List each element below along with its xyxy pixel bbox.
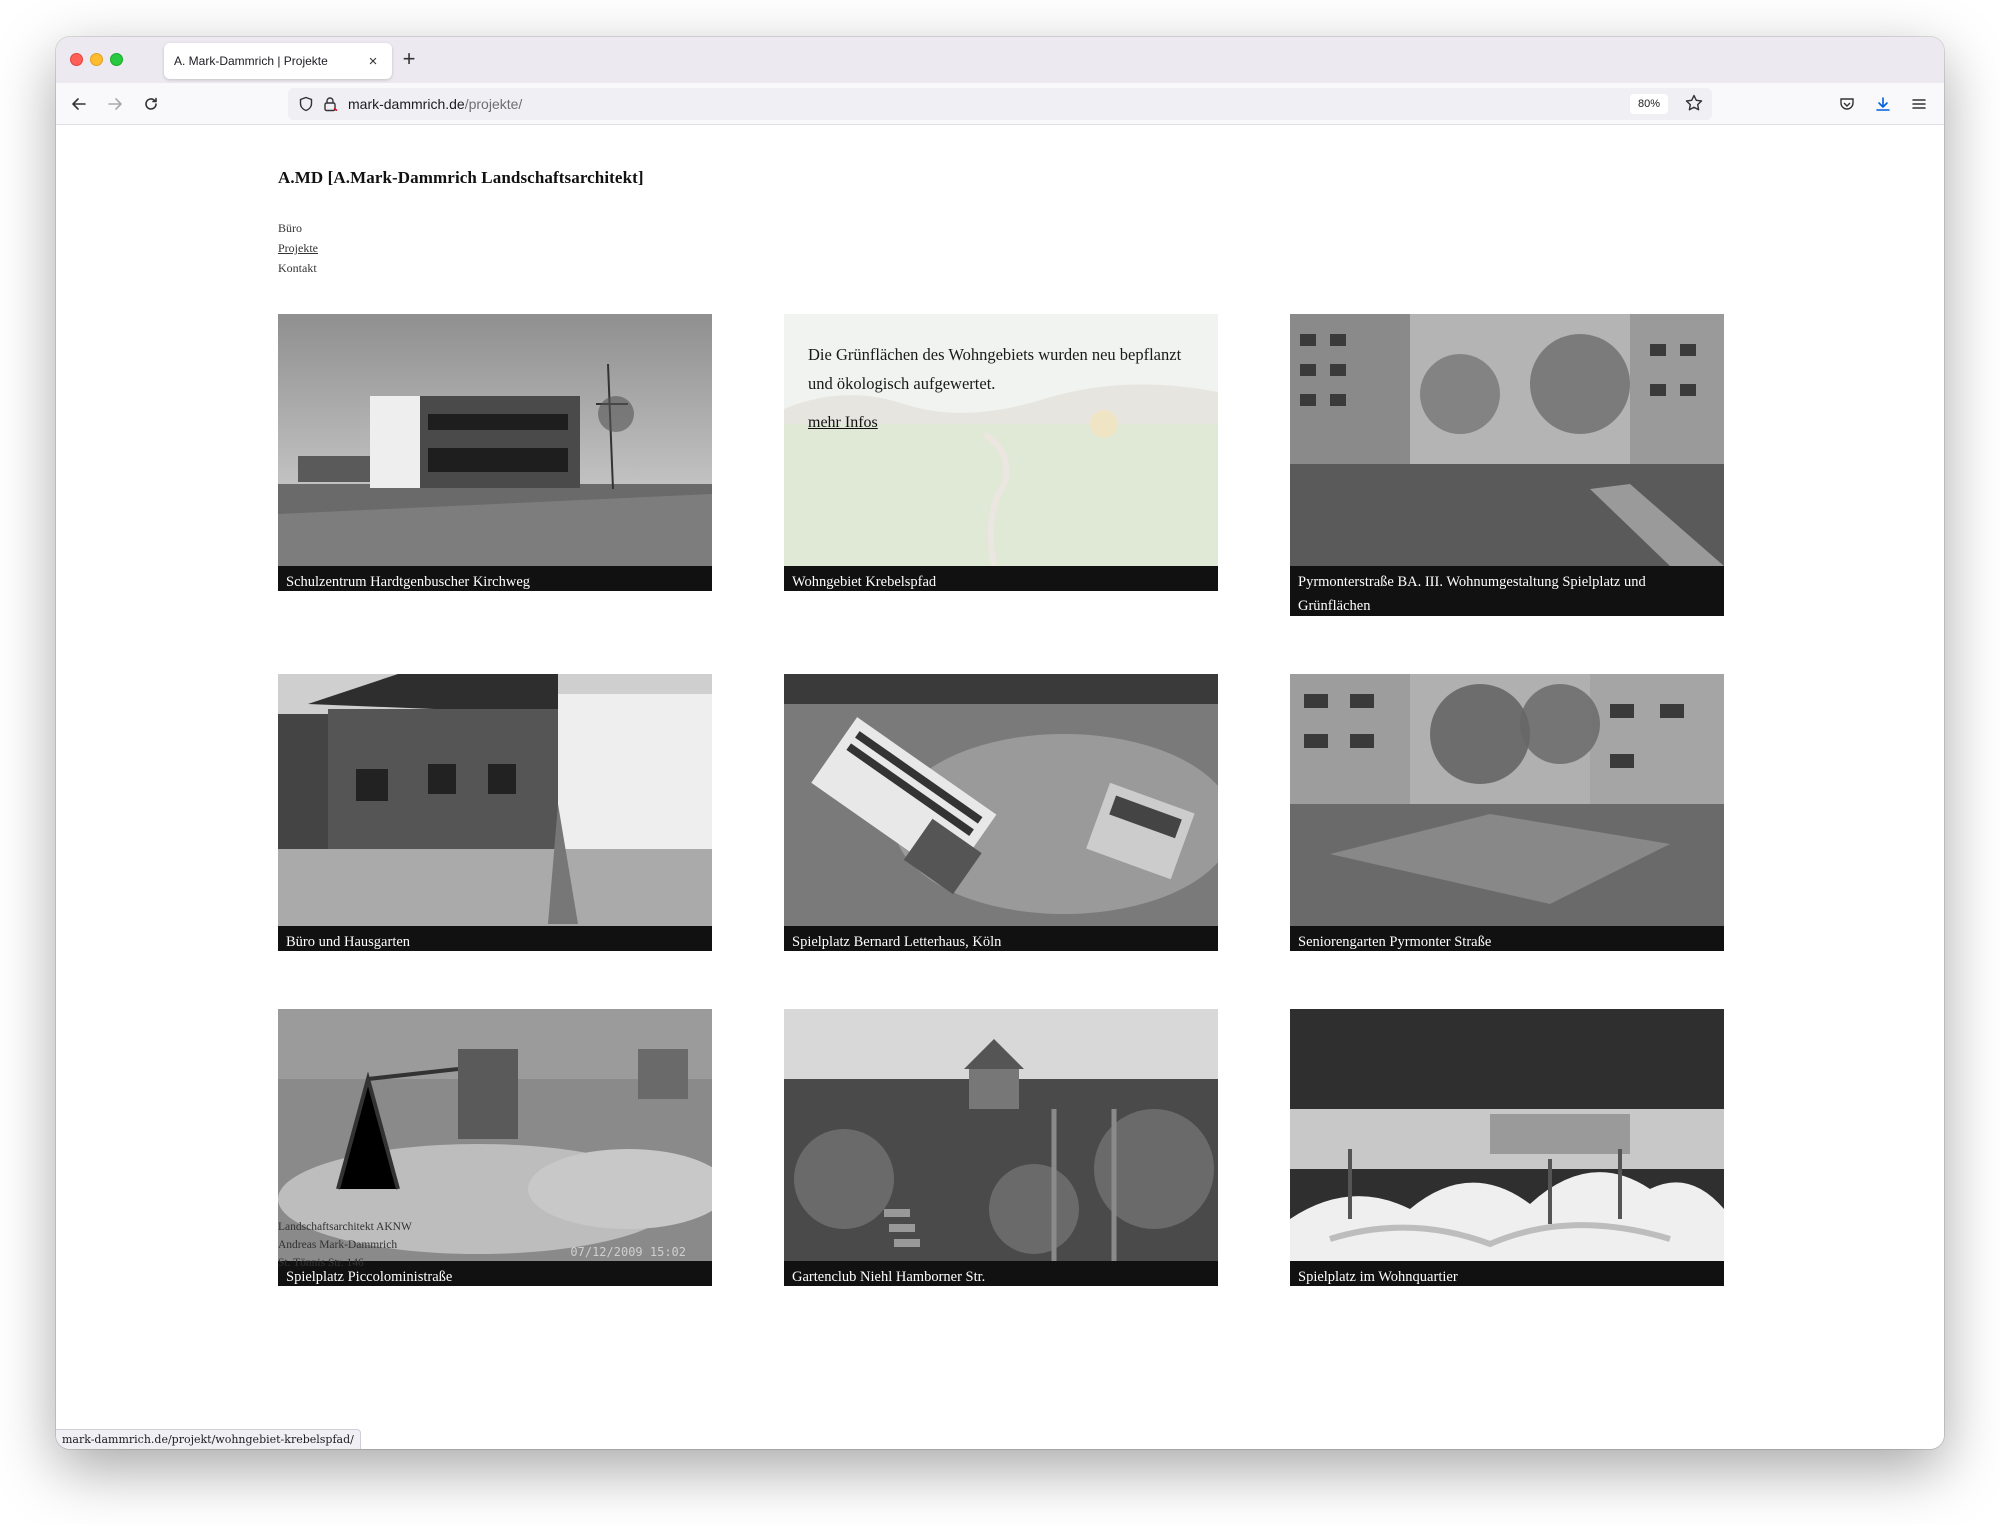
more-info-link[interactable]: mehr Infos: [808, 414, 878, 432]
project-card[interactable]: Schulzentrum Hardtgenbuscher Kirchweg: [278, 314, 712, 591]
tab-strip: A. Mark-Dammrich | Projekte × +: [56, 37, 1944, 83]
forward-button[interactable]: [102, 91, 128, 117]
page-content: A.MD [A.Mark-Dammrich Landschaftsarchite…: [56, 126, 1944, 1449]
footer-line: Landschaftsarchitekt AKNW: [278, 1221, 412, 1233]
footer-line: St. Tönnis Str. 146: [278, 1257, 364, 1269]
project-photo: [1290, 314, 1724, 566]
project-card[interactable]: Die Grünflächen des Wohngebiets wurden n…: [784, 314, 1218, 591]
project-card[interactable]: Seniorengarten Pyrmonter Straße: [1290, 674, 1724, 951]
zoom-level-badge[interactable]: 80%: [1629, 94, 1668, 114]
project-caption[interactable]: Pyrmonterstraße BA. III. Wohnumgestaltun…: [1290, 566, 1724, 616]
pocket-icon: [1840, 98, 1854, 110]
nav-item-kontakt[interactable]: Kontakt: [278, 258, 318, 278]
downloads-button[interactable]: [1870, 91, 1896, 117]
project-caption[interactable]: Gartenclub Niehl Hamborner Str.: [784, 1261, 1218, 1286]
url-path: /projekte/: [464, 96, 523, 112]
close-window-button[interactable]: [70, 53, 83, 66]
url-host: mark-dammrich.de: [348, 96, 465, 112]
nav-toolbar: mark-dammrich.de/projekte/ 80%: [56, 83, 1944, 125]
tab-title: A. Mark-Dammrich | Projekte: [174, 54, 328, 68]
project-photo: [784, 674, 1218, 926]
project-card[interactable]: Büro und Hausgarten: [278, 674, 712, 951]
project-caption[interactable]: Wohngebiet Krebelspfad: [784, 566, 1218, 591]
project-photo: [1290, 674, 1724, 926]
url-text[interactable]: mark-dammrich.de/projekte/: [348, 96, 522, 112]
project-caption[interactable]: Spielplatz Bernard Letterhaus, Köln: [784, 926, 1218, 951]
site-nav: Büro Projekte Kontakt: [278, 218, 318, 278]
site-footer: Landschaftsarchitekt AKNW Andreas Mark-D…: [278, 1218, 412, 1272]
project-photo: [278, 674, 712, 926]
menu-button[interactable]: [1906, 91, 1932, 117]
arrow-left-icon: [72, 98, 86, 110]
project-card[interactable]: Pyrmonterstraße BA. III. Wohnumgestaltun…: [1290, 314, 1724, 616]
nav-item-buero[interactable]: Büro: [278, 218, 318, 238]
footer-line: Andreas Mark-Dammrich: [278, 1239, 398, 1251]
download-icon: [1876, 97, 1890, 111]
project-caption[interactable]: Seniorengarten Pyrmonter Straße: [1290, 926, 1724, 951]
project-photo: [784, 1009, 1218, 1261]
reload-button[interactable]: [138, 91, 164, 117]
link-status-bar: mark-dammrich.de/projekt/wohngebiet-kreb…: [56, 1429, 361, 1449]
project-caption[interactable]: Schulzentrum Hardtgenbuscher Kirchweg: [278, 566, 712, 591]
browser-window: A. Mark-Dammrich | Projekte × + mark-dam…: [56, 37, 1944, 1449]
project-hover-overlay: Die Grünflächen des Wohngebiets wurden n…: [784, 314, 1218, 566]
hamburger-menu-icon: [1912, 99, 1926, 109]
tab-active[interactable]: A. Mark-Dammrich | Projekte ×: [164, 43, 392, 79]
nav-item-projekte[interactable]: Projekte: [278, 238, 318, 258]
close-icon[interactable]: ×: [364, 53, 382, 70]
project-photo: [1290, 1009, 1724, 1261]
project-caption[interactable]: Spielplatz im Wohnquartier: [1290, 1261, 1724, 1286]
pocket-button[interactable]: [1834, 91, 1860, 117]
project-card[interactable]: Spielplatz im Wohnquartier: [1290, 1009, 1724, 1286]
reload-icon: [145, 97, 157, 110]
star-icon[interactable]: [1684, 93, 1704, 113]
shield-icon[interactable]: [298, 96, 314, 112]
project-card[interactable]: Gartenclub Niehl Hamborner Str.: [784, 1009, 1218, 1286]
url-bar[interactable]: mark-dammrich.de/projekte/ 80%: [288, 88, 1712, 120]
new-tab-button[interactable]: +: [396, 47, 422, 73]
arrow-right-icon: [108, 98, 122, 110]
site-title[interactable]: A.MD [A.Mark-Dammrich Landschaftsarchite…: [278, 168, 644, 188]
back-button[interactable]: [66, 91, 92, 117]
project-caption[interactable]: Büro und Hausgarten: [278, 926, 712, 951]
lock-icon[interactable]: [322, 96, 338, 112]
photo-date-stamp: 07/12/2009 15:02: [570, 1245, 686, 1259]
project-photo: [278, 314, 712, 566]
project-description: Die Grünflächen des Wohngebiets wurden n…: [808, 345, 1182, 393]
minimize-window-button[interactable]: [90, 53, 103, 66]
zoom-window-button[interactable]: [110, 53, 123, 66]
project-card[interactable]: Spielplatz Bernard Letterhaus, Köln: [784, 674, 1218, 951]
